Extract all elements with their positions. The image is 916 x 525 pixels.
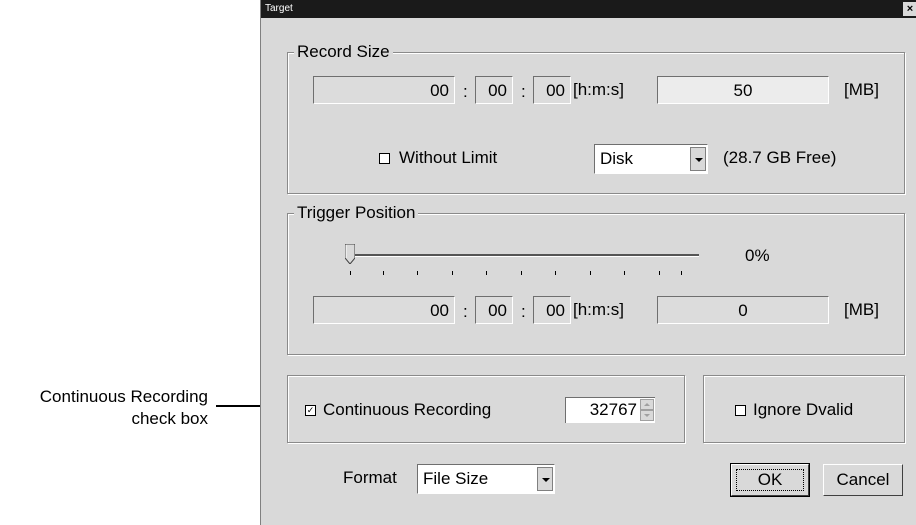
trigger-position-group: Trigger Position [287, 203, 905, 355]
window-title: Target [265, 3, 293, 14]
callout-line-2: check box [131, 409, 208, 428]
slider-tick [659, 271, 660, 275]
target-dialog: Target × Record Size 00 : 00 : 00 [h:m:s… [260, 0, 916, 525]
hm-separator: : [463, 302, 468, 321]
drive-select-value: Disk [600, 149, 634, 168]
slider-tick [417, 271, 418, 275]
without-limit-label: Without Limit [399, 148, 498, 167]
record-size-mb-field[interactable]: 50 [657, 76, 829, 104]
slider-tick [452, 271, 453, 275]
trigger-hours-field[interactable]: 00 [313, 296, 455, 324]
free-space-text: (28.7 GB Free) [723, 148, 837, 167]
cancel-button[interactable]: Cancel [823, 464, 903, 496]
hm-separator: : [463, 82, 468, 101]
ms-separator: : [521, 302, 526, 321]
trigger-percent: 0% [745, 246, 770, 265]
continuous-count-value: 32767 [589, 400, 637, 419]
trigger-seconds-field[interactable]: 00 [533, 296, 571, 324]
title-bar: Target × [261, 0, 916, 18]
slider-tick [486, 271, 487, 275]
record-minutes-field-box[interactable]: 00 [475, 76, 513, 104]
cancel-button-label: Cancel [836, 470, 890, 489]
continuous-recording-checkbox[interactable]: ✓ [305, 405, 316, 416]
continuous-recording-label: Continuous Recording [323, 400, 492, 419]
trigger-slider-thumb[interactable] [345, 244, 355, 264]
focus-rect [736, 469, 804, 491]
trigger-minutes-field[interactable]: 00 [475, 296, 513, 324]
chevron-down-icon[interactable] [690, 147, 706, 171]
record-mb-unit: [MB] [844, 80, 879, 99]
slider-tick [555, 271, 556, 275]
record-hms-unit: [h:m:s] [573, 80, 625, 99]
callout-label: Continuous Recording check box [0, 386, 208, 430]
trigger-slider-track[interactable] [349, 254, 699, 257]
continuous-count-spinner[interactable]: 32767 [565, 397, 655, 423]
callout-line-1: Continuous Recording [39, 387, 208, 406]
slider-tick [681, 271, 682, 275]
trigger-hms-unit: [h:m:s] [573, 300, 625, 319]
record-hours-field[interactable]: 00 [313, 76, 455, 104]
format-label: Format [343, 468, 397, 487]
slider-tick [521, 271, 522, 275]
spin-down-icon[interactable] [640, 410, 654, 421]
ok-button[interactable]: OK [730, 463, 810, 497]
ms-separator: : [521, 82, 526, 101]
format-select-value: File Size [423, 469, 489, 488]
slider-tick [350, 271, 351, 275]
close-button[interactable]: × [903, 2, 916, 16]
slider-tick [383, 271, 384, 275]
record-size-legend: Record Size [294, 42, 393, 62]
trigger-position-legend: Trigger Position [294, 203, 419, 223]
trigger-mb-unit: [MB] [844, 300, 879, 319]
record-seconds-field[interactable]: 00 [533, 76, 571, 104]
chevron-down-icon[interactable] [537, 467, 553, 491]
ignore-dvalid-checkbox[interactable] [735, 405, 746, 416]
drive-select[interactable]: Disk [594, 144, 708, 174]
slider-tick [624, 271, 625, 275]
slider-tick [590, 271, 591, 275]
trigger-size-mb-field[interactable]: 0 [657, 296, 829, 324]
ignore-dvalid-label: Ignore Dvalid [753, 400, 854, 419]
format-select[interactable]: File Size [417, 464, 555, 494]
spin-up-icon[interactable] [640, 399, 654, 410]
without-limit-checkbox[interactable] [379, 153, 390, 164]
